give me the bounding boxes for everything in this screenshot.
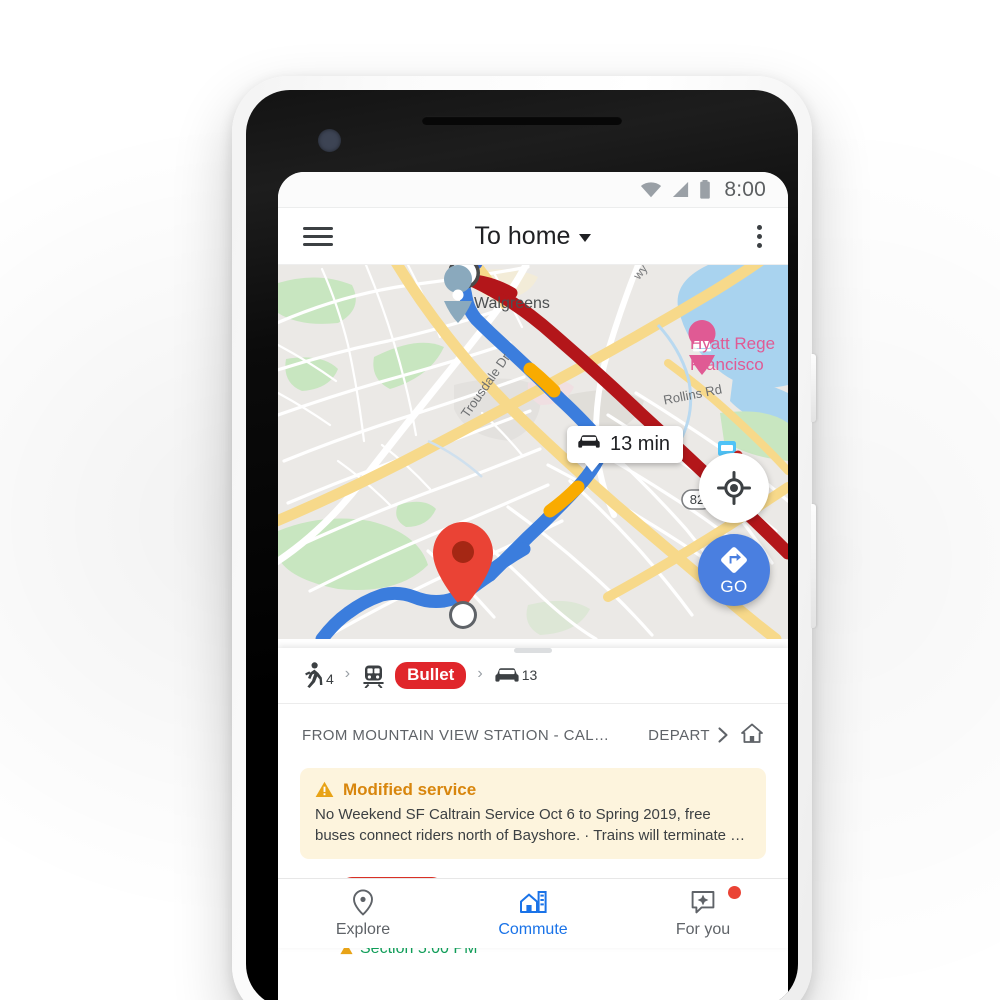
app-bar: To home [278,208,788,265]
trip-modes-row[interactable]: 4 › Bullet › 13 [278,653,788,704]
chevron-right-icon [718,727,728,743]
my-location-button[interactable] [699,453,769,523]
phone-bezel: 8:00 To home 82 Walgreens Hyatt Rege Fra… [246,90,798,1000]
nav-item-for-you[interactable]: For you [618,886,788,939]
my-location-icon [717,471,751,505]
caret-down-icon [579,234,592,242]
navigation-arrow-icon [721,546,747,573]
hamburger-menu-icon[interactable] [303,222,333,251]
volume-button[interactable] [811,504,816,628]
walking-icon [305,662,323,689]
for-you-sparkle-icon [691,891,715,914]
mode-separator-2: › [477,664,483,682]
more-vertical-icon[interactable] [757,224,762,248]
nav-item-commute[interactable]: Commute [448,888,618,939]
mode-car[interactable]: 13 [494,666,538,684]
app-bar-title-group[interactable]: To home [278,222,788,251]
front-camera [318,129,341,152]
nav-label-explore: Explore [335,921,391,938]
depart-label: DEPART [648,726,710,744]
phone-device-frame: 8:00 To home 82 Walgreens Hyatt Rege Fra… [232,76,816,1000]
nav-item-explore[interactable]: Explore [278,888,448,939]
mode-separator-1: › [344,664,351,682]
train-icon [363,665,384,688]
cellular-signal-icon [671,181,690,198]
from-station-row[interactable]: FROM MOUNTAIN VIEW STATION - CAL… DEPART [278,704,788,765]
service-alert-card[interactable]: Modified service No Weekend SF Caltrain … [300,767,766,859]
explore-pin-icon [353,889,373,916]
transit-line-chip-bullet[interactable]: Bullet [395,662,467,689]
walking-minutes: 4 [326,671,334,688]
status-time: 8:00 [724,177,766,201]
nav-label-for-you: For you [675,921,731,938]
traffic-eta-callout[interactable]: 13 min [567,426,684,472]
traffic-eta-text: 13 min [610,433,671,455]
go-navigation-button[interactable]: GO [698,534,770,606]
driving-minutes: 13 [521,666,538,683]
commute-building-icon [520,891,547,913]
mode-train[interactable] [361,663,386,688]
service-alert-body: No Weekend SF Caltrain Service Oct 6 to … [315,805,746,844]
page-title: To home [474,221,571,250]
car-icon [577,434,601,455]
mode-walking[interactable]: 4 [302,662,334,689]
page-background: 8:00 To home 82 Walgreens Hyatt Rege Fra… [0,0,1000,1000]
service-alert-title: Modified service [343,779,477,799]
earpiece-speaker [422,116,622,125]
nav-label-commute: Commute [498,921,568,938]
service-alert-header: Modified service [315,780,751,800]
warning-triangle-icon [315,781,334,798]
car-icon [495,667,519,682]
go-label: GO [720,576,748,596]
home-icon[interactable] [740,722,764,749]
bottom-navigation-bar[interactable]: Explore Commute For you [278,878,788,948]
status-bar: 8:00 [278,172,788,208]
for-you-notification-badge [728,886,741,899]
power-button[interactable] [811,354,816,422]
map-view[interactable]: 82 Walgreens Hyatt Rege Francisco Rollin… [278,265,788,639]
depart-button[interactable]: DEPART [648,727,730,744]
phone-screen: 8:00 To home 82 Walgreens Hyatt Rege Fra… [278,172,788,1000]
battery-icon [699,180,711,199]
bottom-sheet[interactable]: 4 › Bullet › 13 FROM MOUNTAIN VIEW STATI… [278,648,788,957]
from-station-label: FROM MOUNTAIN VIEW STATION - CAL… [302,726,610,744]
wifi-icon [640,181,662,198]
